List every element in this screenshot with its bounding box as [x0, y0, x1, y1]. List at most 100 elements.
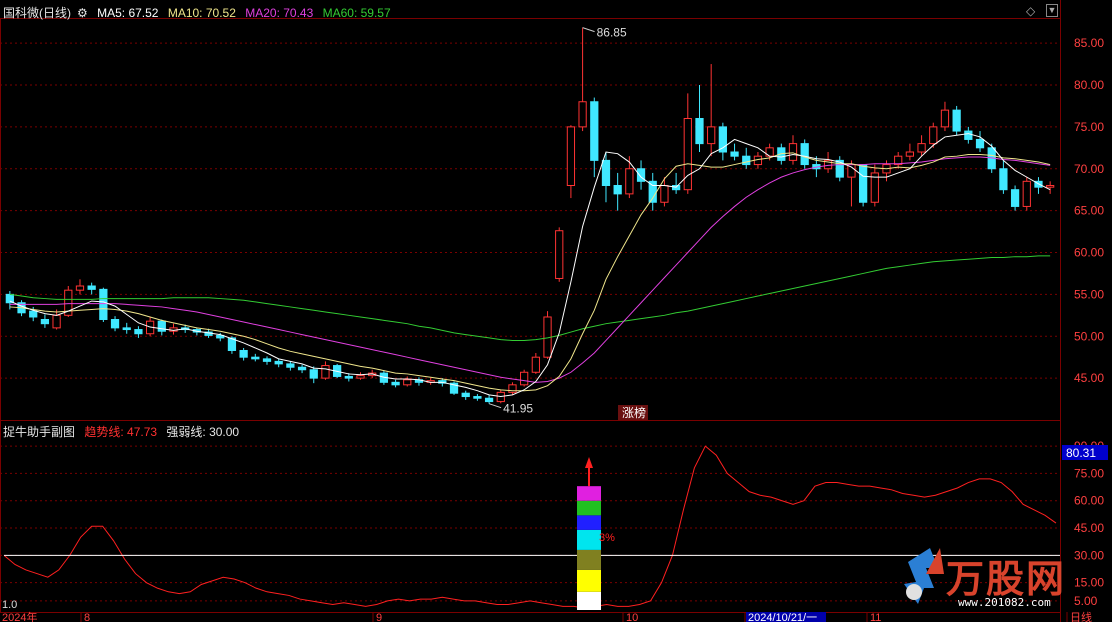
- x-tick-label: 11: [870, 612, 881, 622]
- candle-body: [75, 285, 85, 291]
- sub-title[interactable]: 捉牛助手副图: [3, 425, 75, 439]
- candle-body: [613, 185, 622, 195]
- limit-up-tag: 涨榜: [622, 405, 646, 420]
- low-pointer: [488, 403, 502, 409]
- candle-body: [975, 138, 985, 149]
- candle-body: [1022, 180, 1031, 207]
- signal-arrow-head: [585, 457, 593, 468]
- main-y-tick-label: 80.00: [1074, 78, 1104, 92]
- candle-body: [859, 164, 868, 203]
- candle-body: [461, 392, 470, 398]
- candle-body: [297, 366, 307, 371]
- logo-text: 万股网: [946, 557, 1067, 601]
- main-y-tick-label: 65.00: [1074, 204, 1104, 218]
- signal-block: [577, 569, 601, 592]
- candle-body: [742, 155, 751, 166]
- candle-body: [110, 319, 120, 329]
- signal-bar: 3%: [577, 457, 615, 610]
- candle-body: [905, 151, 915, 157]
- candle-body: [122, 327, 131, 331]
- ma-lines: [9, 133, 1051, 398]
- sub-y-tick-label: 45.00: [1074, 521, 1104, 535]
- candle-body: [578, 101, 587, 128]
- main-annotations: 86.85 41.95 涨榜: [488, 26, 648, 420]
- main-y-tick-label: 60.00: [1074, 246, 1104, 260]
- main-legend: 国科微(日线) ⚙ MA5: 67.52 MA10: 70.52 MA20: 70…: [3, 4, 397, 21]
- scroll-down-icon[interactable]: ▼: [1046, 4, 1058, 17]
- candle-body: [590, 101, 599, 161]
- candle-body: [520, 371, 529, 386]
- candle-body: [800, 143, 809, 166]
- candle-body: [484, 397, 494, 403]
- main-y-tick-label: 45.00: [1074, 371, 1104, 385]
- candle-body: [566, 126, 576, 186]
- candle-body: [964, 130, 973, 140]
- candle-body: [625, 168, 634, 195]
- candles[interactable]: [5, 27, 1055, 404]
- current-value: 80.31: [1066, 446, 1096, 460]
- main-y-tick-label: 55.00: [1074, 287, 1104, 301]
- candle-body: [683, 118, 692, 191]
- main-y-tick-label: 85.00: [1074, 36, 1104, 50]
- settings-icon[interactable]: ⚙: [77, 6, 88, 20]
- candle-body: [99, 288, 108, 321]
- candle-body: [40, 319, 50, 325]
- low-label: 41.95: [503, 402, 533, 416]
- stock-title[interactable]: 国科微(日线): [3, 6, 71, 20]
- diamond-icon[interactable]: ◇: [1026, 4, 1035, 18]
- logo: 万股网 www.201082.com: [896, 544, 1092, 614]
- legend-trend: 趋势线: 47.73: [84, 425, 158, 439]
- main-pane-border: [0, 18, 1061, 421]
- candle-body: [391, 381, 400, 386]
- candle-body: [87, 285, 96, 290]
- sub-corner-label: 1.0: [2, 599, 17, 611]
- signal-pct-label: 3%: [599, 532, 615, 544]
- signal-block: [577, 515, 601, 530]
- candle-body: [274, 360, 283, 365]
- candle-body: [952, 109, 961, 132]
- candle-body: [531, 356, 540, 373]
- ma20-line: [9, 156, 1051, 383]
- signal-block: [577, 500, 601, 516]
- legend-ma5: MA5: 67.52: [97, 6, 159, 20]
- candle-body: [356, 375, 365, 379]
- candle-body: [660, 185, 669, 203]
- candle-body: [134, 329, 143, 335]
- candle-body: [157, 320, 166, 332]
- main-y-tick-label: 50.00: [1074, 329, 1104, 343]
- high-pointer: [582, 27, 595, 33]
- main-y-tick-label: 75.00: [1074, 120, 1104, 134]
- candle-body: [286, 363, 295, 368]
- x-tick-label: 2024年: [2, 610, 37, 622]
- candle-body: [940, 109, 950, 128]
- candle-body: [917, 143, 926, 153]
- legend-ma10: MA10: 70.52: [167, 6, 236, 20]
- signal-block: [577, 549, 601, 570]
- candle-body: [555, 230, 564, 279]
- candle-body: [344, 375, 353, 379]
- signal-block: [577, 529, 601, 550]
- candle-body: [695, 118, 704, 145]
- sub-y-tick-label: 75.00: [1074, 466, 1104, 480]
- candle-body: [251, 356, 260, 360]
- candle-body: [1046, 185, 1055, 188]
- candle-body: [262, 358, 272, 362]
- candle-body: [239, 349, 248, 358]
- candle-body: [648, 180, 657, 203]
- candle-body: [1010, 189, 1020, 207]
- candle-body: [321, 365, 330, 379]
- sub-y-tick-label: 60.00: [1074, 494, 1104, 508]
- ma10-line: [9, 152, 1051, 392]
- candle-body: [788, 143, 798, 161]
- x-tick-label: 9: [376, 612, 382, 622]
- chart-frame: [0, 0, 1061, 622]
- sub-legend: 捉牛助手副图 趋势线: 47.73 强弱线: 30.00: [3, 423, 245, 440]
- x-tick-label: 10: [626, 612, 638, 622]
- candle-body: [29, 310, 38, 318]
- main-y-tick-label: 70.00: [1074, 162, 1104, 176]
- candle-body: [309, 369, 318, 379]
- stock-chart[interactable]: 45.00 50.00 55.00 60.00 65.00 70.00 75.00 80.00…: [0, 0, 1112, 622]
- main-y-axis: 45.00 50.00 55.00 60.00 65.00 70.00 75.00 80.00…: [1074, 36, 1104, 385]
- legend-strength: 强弱线: 30.00: [166, 425, 240, 439]
- legend-ma20: MA20: 70.43: [245, 6, 314, 20]
